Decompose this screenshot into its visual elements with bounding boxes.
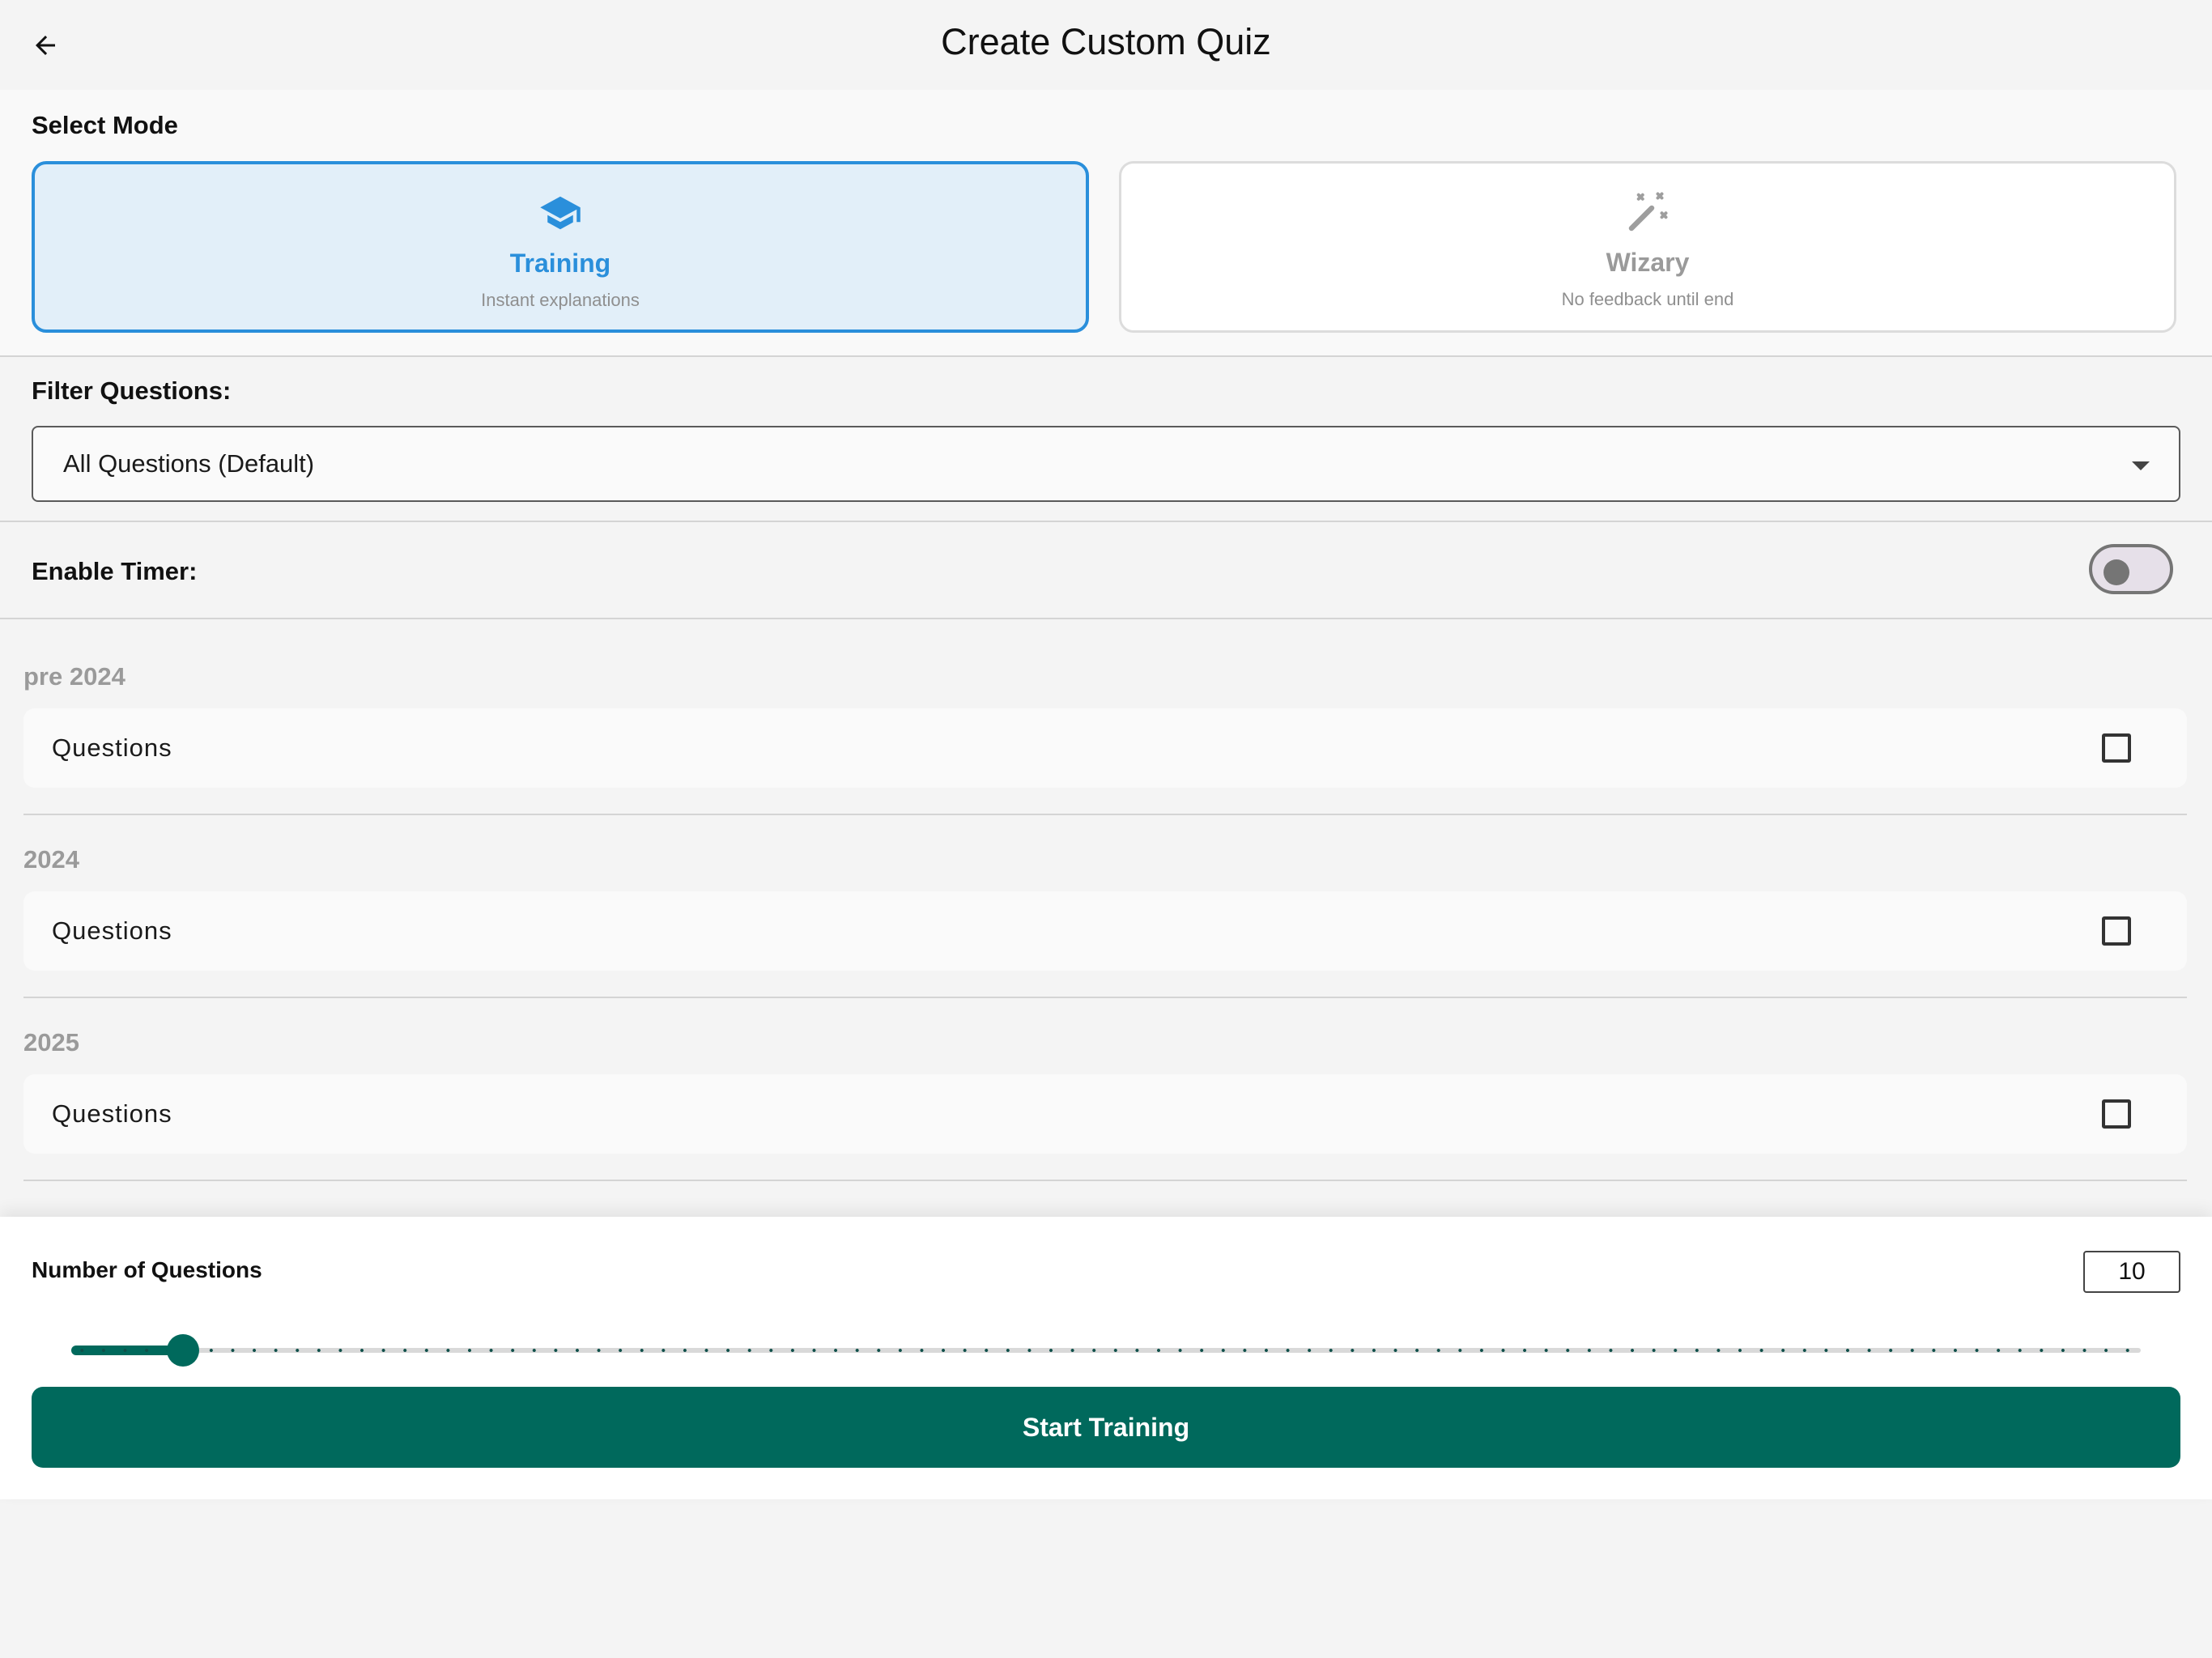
training-title: Training [509,249,611,278]
page-title: Create Custom Quiz [941,21,1271,62]
magic-wand-icon [1628,192,1668,232]
divider [23,1180,2187,1181]
filter-label: Filter Questions: [32,376,232,405]
filter-selected-value: All Questions (Default) [63,449,315,478]
mode-section: Select Mode Training Instant explanation… [0,90,2212,357]
questions-label: Questions [52,1099,172,1128]
training-mode-card[interactable]: Training Instant explanations [32,161,1089,333]
checkbox-pre-2024[interactable] [2102,733,2131,763]
graduation-cap-icon [540,196,581,230]
checkbox-2025[interactable] [2102,1099,2131,1129]
training-description: Instant explanations [481,290,640,310]
app-bar: Create Custom Quiz [0,0,2212,90]
toggle-thumb [2104,559,2129,585]
divider [23,814,2187,815]
slider-thumb[interactable] [167,1334,200,1367]
timer-toggle[interactable] [2089,544,2173,594]
slider-ticks [71,1349,2141,1352]
wizary-mode-card[interactable]: Wizary No feedback until end [1119,161,2176,333]
year-label-2025: 2025 [23,1028,79,1056]
start-training-button[interactable]: Start Training [32,1387,2180,1468]
wizary-title: Wizary [1606,248,1690,277]
checkbox-2024[interactable] [2102,916,2131,946]
bottom-panel: Number of Questions 10 Start Training [0,1217,2212,1499]
timer-label: Enable Timer: [32,557,198,585]
questions-item-2025[interactable]: Questions [23,1074,2187,1154]
questions-label: Questions [52,916,172,945]
timer-section: Enable Timer: [0,522,2212,619]
questions-label: Questions [52,733,172,762]
filter-section: Filter Questions: All Questions (Default… [0,357,2212,522]
year-label-pre-2024: pre 2024 [23,662,125,691]
divider [23,997,2187,998]
question-count-slider[interactable] [71,1327,2141,1375]
wizary-description: No feedback until end [1561,289,1734,309]
select-mode-label: Select Mode [32,111,178,139]
question-count-label: Number of Questions [32,1257,262,1282]
dropdown-caret-icon [2132,461,2150,470]
questions-item-2024[interactable]: Questions [23,891,2187,971]
filter-dropdown[interactable]: All Questions (Default) [32,426,2180,502]
question-count-input[interactable]: 10 [2083,1251,2180,1293]
questions-item-pre-2024[interactable]: Questions [23,708,2187,788]
year-label-2024: 2024 [23,845,79,874]
